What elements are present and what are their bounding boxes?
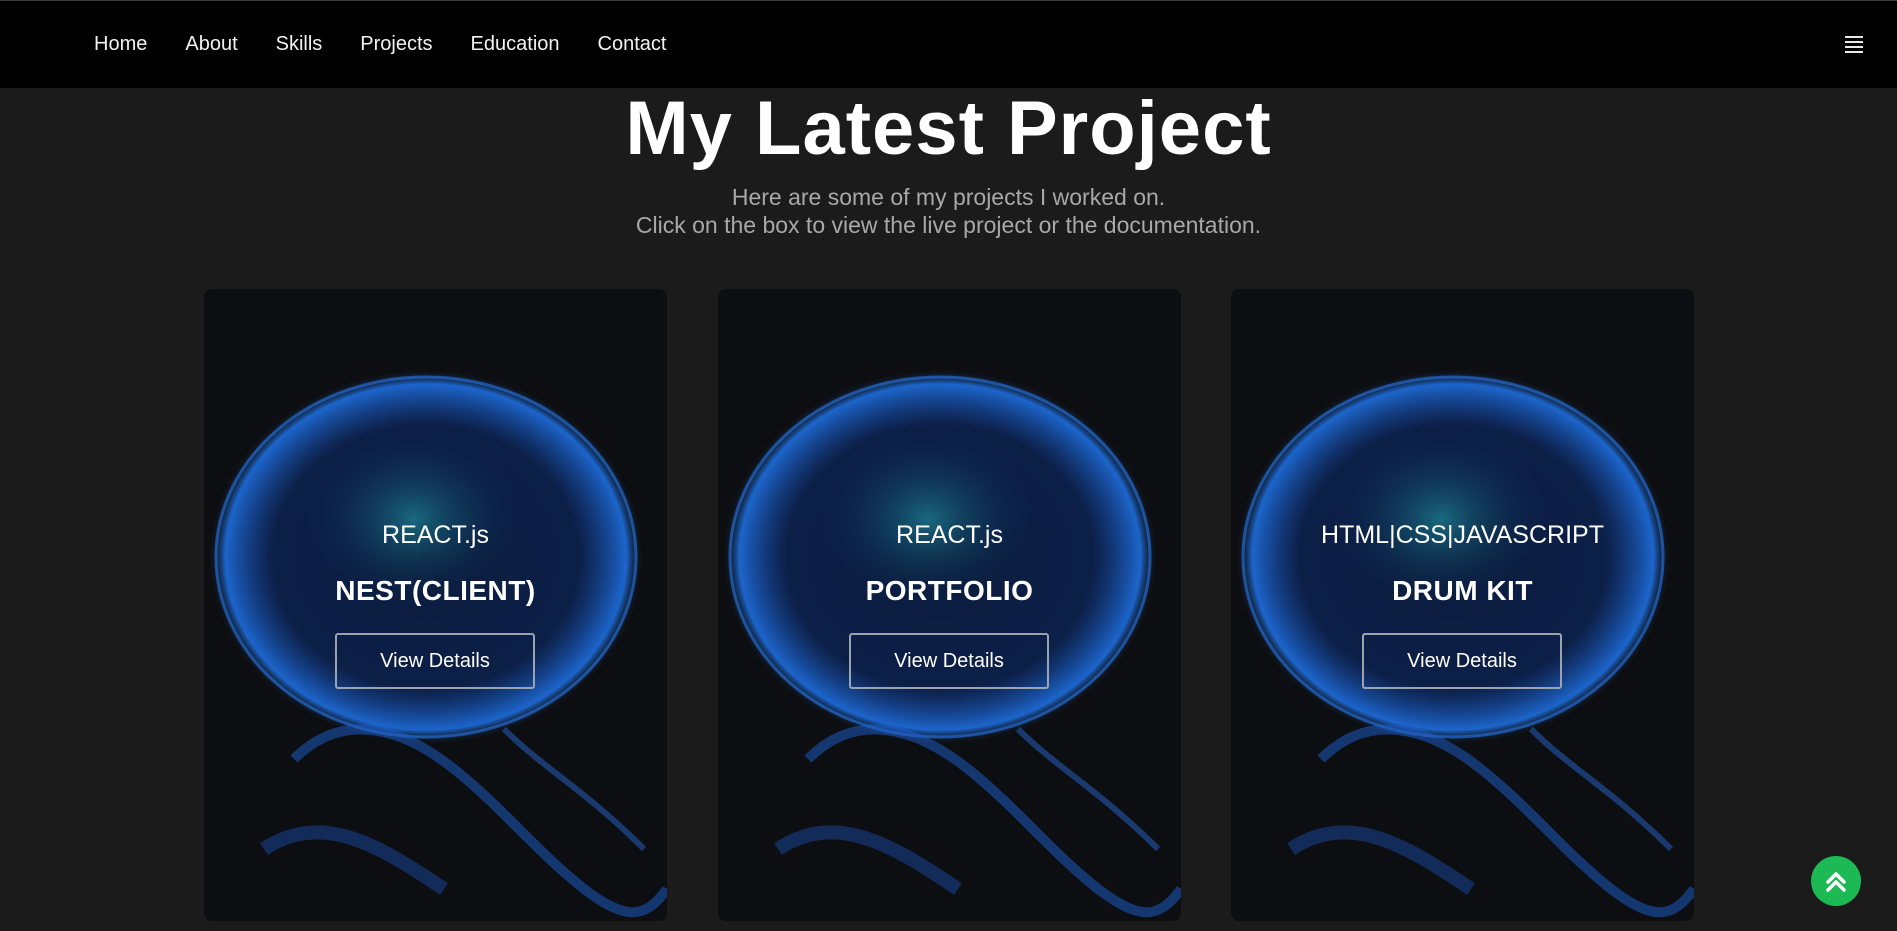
project-tech: REACT.js xyxy=(896,521,1003,549)
project-name: NEST(CLIENT) xyxy=(335,575,536,606)
project-card-nest-client[interactable]: REACT.js NEST(CLIENT) View Details xyxy=(204,289,667,921)
nav-link-projects[interactable]: Projects xyxy=(360,33,432,56)
subtitle-line-1: Here are some of my projects I worked on… xyxy=(731,184,1166,210)
nav-link-about[interactable]: About xyxy=(185,33,237,56)
nav-link-contact[interactable]: Contact xyxy=(598,33,667,56)
view-details-button[interactable]: View Details xyxy=(849,633,1049,689)
project-name: DRUM KIT xyxy=(1392,575,1533,606)
navbar: Home About Skills Projects Education Con… xyxy=(0,1,1897,88)
page-subtitle: Here are some of my projects I worked on… xyxy=(0,183,1897,239)
nav-link-skills[interactable]: Skills xyxy=(276,33,323,56)
project-card-portfolio[interactable]: REACT.js PORTFOLIO View Details xyxy=(718,289,1181,921)
nav-link-education[interactable]: Education xyxy=(471,33,560,56)
project-tech: HTML|CSS|JAVASCRIPT xyxy=(1321,521,1604,549)
view-details-button[interactable]: View Details xyxy=(1362,633,1562,689)
project-tech: REACT.js xyxy=(382,521,489,549)
nav-link-home[interactable]: Home xyxy=(94,33,147,56)
hamburger-menu-icon[interactable] xyxy=(1845,36,1863,54)
project-name: PORTFOLIO xyxy=(865,575,1034,606)
page-title: My Latest Project xyxy=(625,86,1272,171)
project-card-drum-kit[interactable]: HTML|CSS|JAVASCRIPT DRUM KIT View Detail… xyxy=(1231,289,1694,921)
subtitle-line-2: Click on the box to view the live projec… xyxy=(635,212,1262,238)
double-chevron-up-icon xyxy=(1826,872,1846,892)
nav-links: Home About Skills Projects Education Con… xyxy=(94,1,704,88)
view-details-button[interactable]: View Details xyxy=(335,633,535,689)
scroll-to-top-button[interactable] xyxy=(1811,856,1861,906)
